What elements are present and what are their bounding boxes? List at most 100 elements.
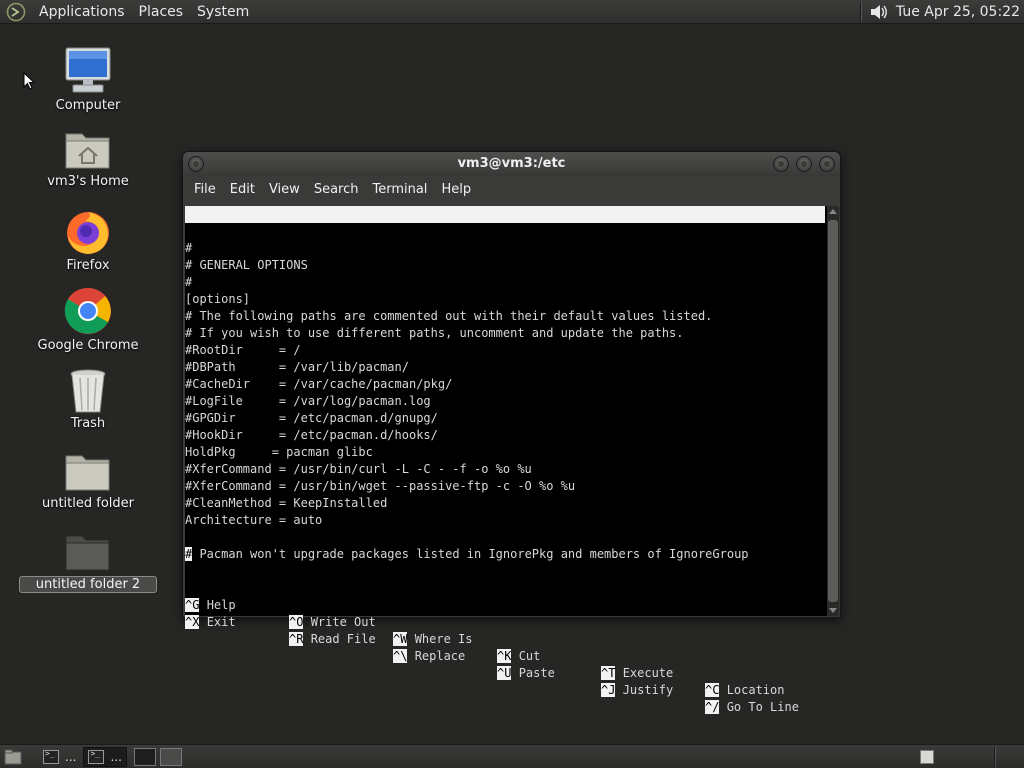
file-line: #LogFile = /var/log/pacman.log xyxy=(185,394,431,408)
desktop-icon-untitled-folder[interactable]: untitled folder xyxy=(18,450,158,511)
shortcut-key: ^/ xyxy=(705,700,720,714)
file-line: #CleanMethod = KeepInstalled xyxy=(185,496,388,510)
folder-icon xyxy=(65,535,110,571)
terminal-screen[interactable]: GNU nano 7.2 pacman.conf # # GENERAL OPT… xyxy=(185,206,827,714)
shortcut-label: Replace xyxy=(414,649,466,663)
shortcut-key: ^J xyxy=(601,683,616,697)
file-line: #XferCommand = /usr/bin/curl -L -C - -f … xyxy=(185,462,532,476)
menu-view[interactable]: View xyxy=(262,182,307,197)
shortcut-label: Cut xyxy=(518,649,541,663)
menu-terminal[interactable]: Terminal xyxy=(365,182,434,197)
desktop-icon-label: untitled folder xyxy=(41,496,134,511)
terminal-menubar: File Edit View Search Terminal Help xyxy=(183,176,840,202)
panel-separator xyxy=(994,746,996,767)
home-folder-icon xyxy=(65,133,110,169)
window-title: vm3@vm3:/etc xyxy=(457,156,566,171)
bottom-panel: ... ... xyxy=(0,744,1024,768)
file-line: Architecture = auto xyxy=(185,513,323,527)
workspace-1[interactable] xyxy=(133,747,156,766)
computer-icon xyxy=(65,47,111,93)
shortcut-label: Location xyxy=(726,683,785,697)
scroll-up-arrow-icon[interactable] xyxy=(829,209,837,214)
taskbar-item-label: ... xyxy=(65,749,77,764)
top-panel: Applications Places System Tue Apr 25, 0… xyxy=(0,0,1024,24)
menu-system[interactable]: System xyxy=(190,0,256,24)
shortcut-key: ^R xyxy=(289,632,304,646)
window-menu-button[interactable] xyxy=(188,156,204,172)
shortcut-row-1: ^G Help ^O Write Out ^W Where Is ^K Cut … xyxy=(185,580,825,697)
file-line: # GENERAL OPTIONS xyxy=(185,258,308,272)
file-line: # xyxy=(185,241,193,255)
shortcut-label: Execute xyxy=(622,666,674,680)
desktop-icon-untitled-folder-2[interactable]: untitled folder 2 xyxy=(18,530,158,593)
file-line: #CacheDir = /var/cache/pacman/pkg/ xyxy=(185,377,453,391)
taskbar-item-label: ... xyxy=(110,749,122,764)
desktop-icon-label: untitled folder 2 xyxy=(19,576,157,593)
menu-search[interactable]: Search xyxy=(307,182,366,197)
nano-version: GNU nano 7.2 xyxy=(201,224,288,238)
menu-edit[interactable]: Edit xyxy=(223,182,262,197)
tray-separator xyxy=(859,1,862,22)
desktop-icon-firefox[interactable]: Firefox xyxy=(18,206,158,273)
desktop-icon-chrome[interactable]: Google Chrome xyxy=(18,286,158,353)
file-line: # xyxy=(185,275,193,289)
file-line-current: # Pacman won't upgrade packages listed i… xyxy=(185,546,749,563)
shortcut-key: ^U xyxy=(497,666,512,680)
shortcut-key: ^K xyxy=(497,649,512,663)
shortcut-label: Paste xyxy=(518,666,555,680)
desktop-icon-label: vm3's Home xyxy=(47,174,129,189)
shortcut-label: Where Is xyxy=(414,632,473,646)
nano-header: GNU nano 7.2 pacman.conf xyxy=(185,206,825,255)
show-desktop-button[interactable] xyxy=(0,747,26,767)
file-line: #GPGDir = /etc/pacman.d/gnupg/ xyxy=(185,411,438,425)
chrome-icon xyxy=(64,288,111,334)
clock[interactable]: Tue Apr 25, 05:22 xyxy=(890,4,1024,20)
maximize-button[interactable] xyxy=(796,156,812,172)
desktop-icon-label: Computer xyxy=(55,98,121,113)
file-line: # If you wish to use different paths, un… xyxy=(185,326,684,340)
file-line: #XferCommand = /usr/bin/wget --passive-f… xyxy=(185,479,576,493)
trash-icon xyxy=(70,369,106,413)
mouse-cursor-icon xyxy=(23,72,35,90)
file-line: #RootDir = / xyxy=(185,343,301,357)
shortcut-label: Write Out xyxy=(310,615,376,629)
file-line-text: Pacman won't upgrade packages listed in … xyxy=(192,547,749,561)
file-line: HoldPkg = pacman glibc xyxy=(185,445,373,459)
shortcut-key: ^C xyxy=(705,683,720,697)
taskbar-item-terminal-2[interactable]: ... xyxy=(83,746,127,767)
speaker-icon[interactable] xyxy=(868,2,890,22)
menu-places[interactable]: Places xyxy=(132,0,191,24)
menu-help[interactable]: Help xyxy=(434,182,478,197)
shortcut-label: Justify xyxy=(622,683,674,697)
shortcut-key: ^W xyxy=(393,632,408,646)
file-line: [options] xyxy=(185,292,251,306)
file-line: # The following paths are commented out … xyxy=(185,309,713,323)
folder-icon xyxy=(65,455,110,491)
desktop-icon-label: Firefox xyxy=(66,258,110,273)
firefox-icon xyxy=(67,212,109,254)
desktop-icon-label: Trash xyxy=(70,416,106,431)
trash-applet-icon[interactable] xyxy=(920,749,934,764)
workspace-2[interactable] xyxy=(159,747,182,766)
close-button[interactable] xyxy=(819,156,835,172)
terminal-scrollbar[interactable] xyxy=(827,206,839,616)
menu-file[interactable]: File xyxy=(187,182,223,197)
desktop-icon-home[interactable]: vm3's Home xyxy=(18,128,158,189)
shortcut-key: ^T xyxy=(601,666,616,680)
scrollbar-thumb[interactable] xyxy=(828,220,838,602)
shortcut-key: ^O xyxy=(289,615,304,629)
terminal-icon xyxy=(43,749,59,764)
taskbar-item-terminal-1[interactable]: ... xyxy=(39,747,80,767)
menu-applications[interactable]: Applications xyxy=(32,0,132,24)
window-titlebar[interactable]: vm3@vm3:/etc xyxy=(183,152,840,176)
shortcut-key: ^X xyxy=(185,615,200,629)
desktop-icon-trash[interactable]: Trash xyxy=(18,368,158,431)
minimize-button[interactable] xyxy=(773,156,789,172)
distro-logo-icon[interactable] xyxy=(6,2,26,22)
scroll-down-arrow-icon[interactable] xyxy=(829,608,837,613)
shortcut-label: Go To Line xyxy=(726,700,799,714)
shortcut-row-2: ^X Exit ^R Read File ^\ Replace ^U Paste… xyxy=(185,597,825,714)
desktop-icon-computer[interactable]: Computer xyxy=(18,46,158,113)
nano-filename: pacman.conf xyxy=(473,241,553,255)
shortcut-key: ^\ xyxy=(393,649,408,663)
